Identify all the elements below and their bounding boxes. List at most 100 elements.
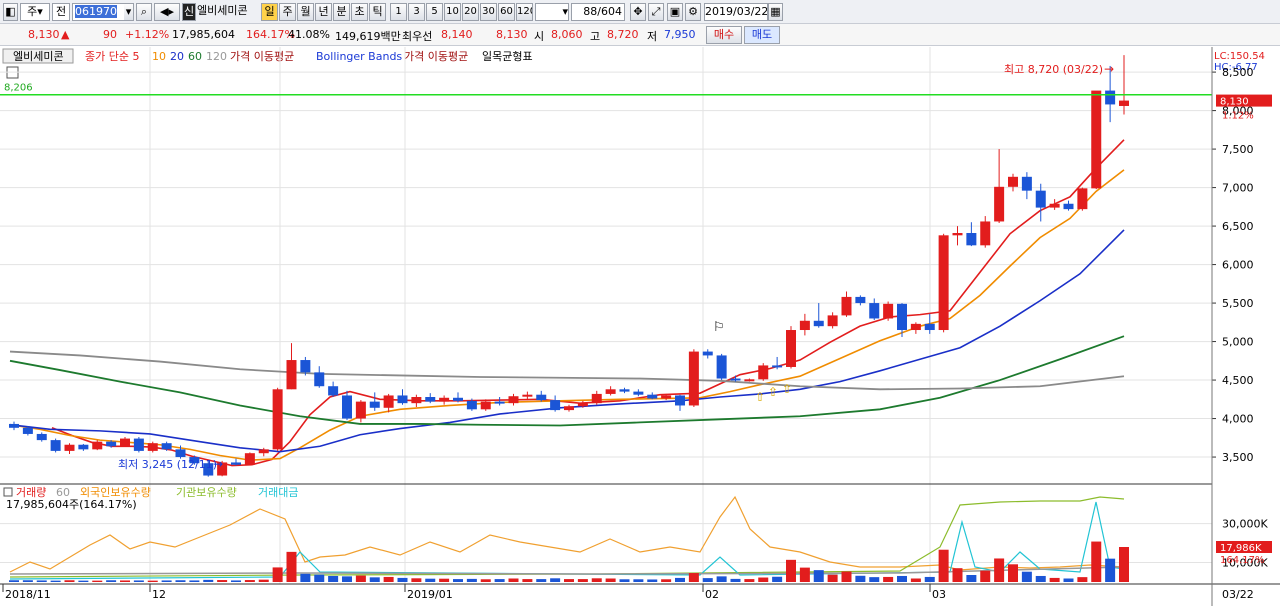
legend-stock: 엘비세미콘	[13, 50, 64, 63]
legend-ma5: 종가 단순 5	[85, 50, 139, 63]
candle-body	[522, 394, 533, 397]
candle	[508, 393, 519, 406]
price-change-pct: +1.12%	[125, 28, 170, 41]
range-input[interactable]: 88/604	[571, 3, 625, 21]
candle-body	[647, 394, 658, 399]
candle-body	[328, 386, 339, 396]
price-tick-label: 7,000	[1222, 182, 1254, 195]
menu-icon[interactable]: ◧	[3, 3, 18, 21]
up-arrow-icon: ⇧	[755, 390, 765, 404]
credit-badge: 신	[182, 3, 196, 21]
volume-bar	[591, 578, 602, 582]
candle-body	[1035, 190, 1046, 208]
buy-button[interactable]: 매수	[706, 26, 742, 44]
candle	[1091, 90, 1102, 190]
price-tick-label: 6,000	[1222, 259, 1254, 272]
volume-bar	[383, 576, 394, 582]
crosshair-icon[interactable]: ✥	[630, 3, 646, 21]
candle-body	[9, 423, 19, 428]
volume-bar	[897, 575, 907, 582]
expand-icon[interactable]: ⤢	[648, 3, 664, 21]
candle	[272, 387, 283, 451]
candle	[536, 390, 547, 402]
horizontal-line[interactable]: 8,206	[0, 83, 1212, 96]
candle-body	[1063, 203, 1074, 210]
candle-body	[411, 397, 422, 404]
volume-bar	[1021, 571, 1032, 582]
target-price-label: 8,206	[4, 83, 33, 94]
candle-body	[952, 233, 963, 236]
period-tab-6[interactable]: 틱	[369, 3, 386, 21]
candle-body	[175, 449, 186, 458]
candle-body	[1119, 100, 1129, 106]
gear-icon[interactable]: ⚙	[685, 3, 701, 21]
period-tab-5[interactable]: 초	[351, 3, 368, 21]
low-price: 7,950	[664, 28, 696, 41]
volume-bar	[910, 578, 921, 582]
up-arrow-icon: ▲	[61, 28, 70, 41]
turnover: 41.08%	[288, 28, 330, 41]
candlesticks	[9, 55, 1129, 477]
best-ask: 8,140	[441, 28, 473, 41]
interval-tab-5[interactable]: 5	[426, 3, 443, 21]
current-volume-pct: 164.17%	[1220, 555, 1265, 566]
interval-tab-1[interactable]: 1	[390, 3, 407, 21]
candle	[147, 441, 158, 453]
candle-body	[480, 401, 491, 410]
volume-bar	[619, 579, 630, 582]
candle	[231, 458, 241, 466]
period-tab-2[interactable]: 월	[297, 3, 314, 21]
period-tab-0[interactable]: 일	[261, 3, 278, 21]
candle-body	[910, 323, 921, 331]
search-icon[interactable]: ⌕	[136, 3, 152, 21]
legend-ma120: 120	[206, 50, 227, 63]
legend-ma10: 10	[152, 50, 166, 63]
volume-bar	[605, 578, 616, 582]
price-change: 90	[103, 28, 117, 41]
save-icon[interactable]: ▣	[667, 3, 683, 21]
candle-body	[272, 389, 283, 450]
stock-chart[interactable]: 엘비세미콘 종가 단순 5 10 20 60 120 가격 이동평균 Bolli…	[0, 47, 1280, 606]
candle-body	[577, 403, 588, 407]
candle-body	[1021, 176, 1032, 191]
candle	[910, 322, 921, 334]
date-input[interactable]: 2019/03/22	[704, 3, 768, 21]
volume-bar	[675, 577, 685, 582]
volume-bar	[480, 579, 491, 582]
interval-tab-120[interactable]: 120	[516, 3, 533, 21]
volume-bar	[22, 580, 33, 582]
speaker-icon[interactable]: ◀▸	[154, 3, 180, 21]
interval-tab-10[interactable]: 10	[444, 3, 461, 21]
view-select[interactable]: 전	[52, 3, 70, 21]
candle-body	[855, 296, 866, 304]
volume-bar	[314, 574, 325, 582]
period-tab-1[interactable]: 주	[279, 3, 296, 21]
price-tick-label: 5,000	[1222, 336, 1254, 349]
extra-select[interactable]: ▾	[535, 3, 569, 21]
interval-tab-20[interactable]: 20	[462, 3, 479, 21]
period-tab-4[interactable]: 분	[333, 3, 350, 21]
candle	[397, 389, 408, 405]
calendar-icon[interactable]: ▦	[768, 3, 783, 21]
current-price-axis-label: 8,130	[1220, 97, 1249, 108]
interval-tab-30[interactable]: 30	[480, 3, 497, 21]
candle	[633, 389, 644, 397]
volume-toggle-icon[interactable]	[3, 487, 13, 497]
period-tab-3[interactable]: 년	[315, 3, 332, 21]
volume-bar	[966, 575, 977, 582]
high-label: 고	[590, 30, 601, 43]
market-select[interactable]: 주▾	[20, 3, 50, 21]
volume-bar	[633, 579, 644, 582]
candle	[439, 395, 450, 405]
interval-tab-3[interactable]: 3	[408, 3, 425, 21]
sell-button[interactable]: 매도	[744, 26, 780, 44]
volume-bar	[328, 575, 339, 582]
chart-area[interactable]: 엘비세미콘 종가 단순 5 10 20 60 120 가격 이동평균 Bolli…	[0, 47, 1280, 606]
candle	[605, 386, 616, 396]
chevron-down-icon[interactable]: ▾	[124, 3, 134, 21]
candle	[64, 443, 75, 454]
candle	[980, 216, 991, 248]
candle-body	[813, 320, 824, 327]
interval-tab-60[interactable]: 60	[498, 3, 515, 21]
candle	[342, 390, 352, 421]
